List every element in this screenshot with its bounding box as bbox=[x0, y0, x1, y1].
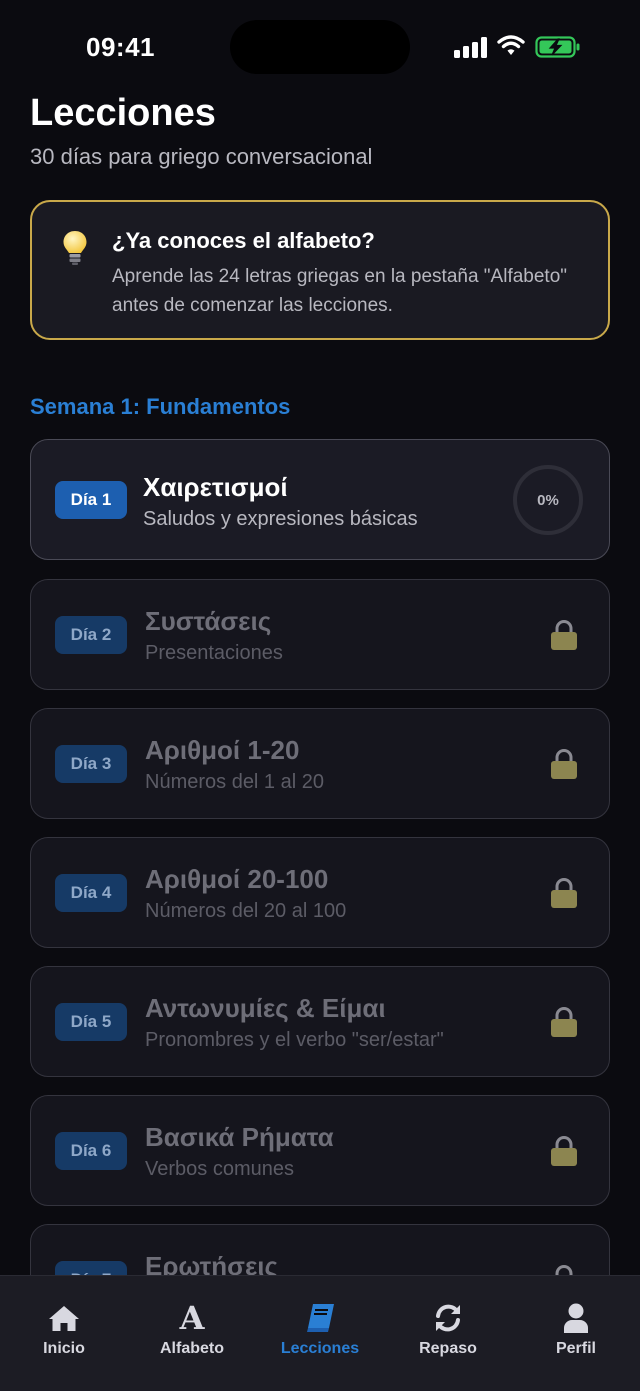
lesson-title: Χαιρετισμοί bbox=[143, 472, 288, 502]
lesson-card-day-3[interactable]: Día 3 Αριθμοί 1-20 Números del 1 al 20 bbox=[30, 708, 610, 819]
lock-icon bbox=[551, 1007, 577, 1037]
refresh-icon bbox=[432, 1302, 464, 1334]
book-icon bbox=[304, 1302, 336, 1334]
lesson-title: Αριθμοί 20-100 bbox=[145, 864, 329, 894]
tab-inicio[interactable]: Inicio bbox=[0, 1276, 128, 1376]
progress-label: 0% bbox=[537, 491, 559, 509]
tab-label: Repaso bbox=[419, 1340, 477, 1357]
lesson-card-day-5[interactable]: Día 5 Αντωνυμίες & Είμαι Pronombres y el… bbox=[30, 966, 610, 1077]
day-badge: Día 4 bbox=[55, 874, 127, 912]
lesson-subtitle: Verbos comunes bbox=[145, 1158, 294, 1180]
lock-icon bbox=[551, 620, 577, 650]
tab-label: Alfabeto bbox=[160, 1340, 224, 1357]
lesson-title: Αντωνυμίες & Είμαι bbox=[145, 993, 386, 1023]
tab-label: Perfil bbox=[555, 1340, 596, 1357]
tab-label: Inicio bbox=[43, 1340, 85, 1357]
lesson-card-day-1[interactable]: Día 1 Χαιρετισμοί Saludos y expresiones … bbox=[30, 439, 610, 560]
lock-icon bbox=[555, 1265, 573, 1275]
tab-label: Lecciones bbox=[280, 1340, 360, 1357]
lesson-subtitle: Números del 1 al 20 bbox=[145, 771, 324, 793]
lesson-subtitle: Saludos y expresiones básicas bbox=[143, 508, 418, 530]
tab-lecciones[interactable]: Lecciones bbox=[256, 1276, 384, 1376]
day-badge: Día 6 bbox=[55, 1132, 127, 1170]
lesson-subtitle: Números del 20 al 100 bbox=[145, 900, 347, 922]
lesson-title: Συστάσεις bbox=[145, 606, 272, 636]
day-badge: Día 7 bbox=[55, 1261, 127, 1275]
lesson-subtitle: Pronombres y el verbo "ser/estar" bbox=[145, 1029, 444, 1051]
lessons-list: Día 1 Χαιρετισμοί Saludos y expresiones … bbox=[0, 0, 640, 1275]
day-badge: Día 1 bbox=[55, 481, 127, 519]
lock-icon bbox=[551, 1136, 577, 1166]
home-icon bbox=[48, 1302, 80, 1334]
user-icon bbox=[560, 1302, 592, 1334]
tab-perfil[interactable]: Perfil bbox=[512, 1276, 640, 1376]
lesson-title: Βασικά Ρήματα bbox=[145, 1122, 334, 1152]
lock-icon bbox=[551, 878, 577, 908]
day-badge: Día 2 bbox=[55, 616, 127, 654]
day-badge: Día 3 bbox=[55, 745, 127, 783]
lesson-title: Ερωτήσεις bbox=[145, 1251, 279, 1275]
lock-icon bbox=[551, 749, 577, 779]
tab-alfabeto[interactable]: A Alfabeto bbox=[128, 1276, 256, 1376]
lesson-title: Αριθμοί 1-20 bbox=[145, 735, 300, 765]
tab-repaso[interactable]: Repaso bbox=[384, 1276, 512, 1376]
lesson-card-day-4[interactable]: Día 4 Αριθμοί 20-100 Números del 20 al 1… bbox=[30, 837, 610, 948]
alpha-icon: A bbox=[176, 1302, 208, 1334]
lesson-card-day-7[interactable]: Día 7 Ερωτήσεις bbox=[30, 1224, 610, 1275]
lesson-card-day-2[interactable]: Día 2 Συστάσεις Presentaciones bbox=[30, 579, 610, 690]
lesson-card-day-6[interactable]: Día 6 Βασικά Ρήματα Verbos comunes bbox=[30, 1095, 610, 1206]
day-badge: Día 5 bbox=[55, 1003, 127, 1041]
lesson-subtitle: Presentaciones bbox=[145, 642, 283, 664]
tab-bar: Inicio A Alfabeto Lecciones Repaso Perfi… bbox=[0, 1275, 640, 1391]
alpha-glyph: A bbox=[179, 1299, 205, 1337]
